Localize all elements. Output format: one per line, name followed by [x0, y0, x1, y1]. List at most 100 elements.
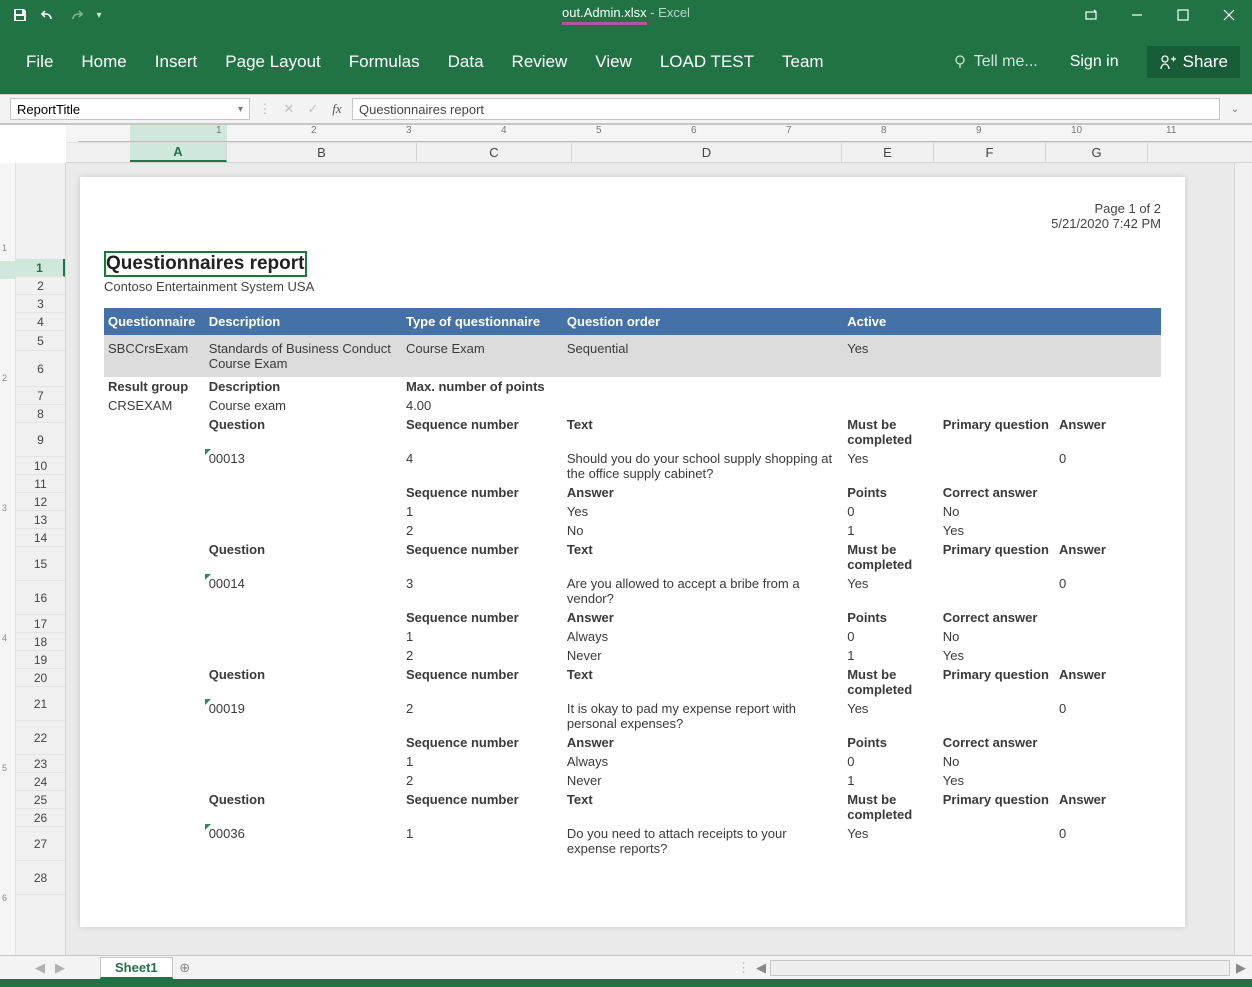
sheet-tab-bar: ◀ ▶ Sheet1 ⊕ ⋮ ◀ ▶ — [0, 955, 1252, 979]
quick-access-toolbar: ▾ — [0, 3, 106, 27]
report-table: QuestionnaireDescriptionType of question… — [104, 308, 1161, 858]
row-header-10[interactable]: 10 — [16, 457, 65, 475]
tab-review[interactable]: Review — [498, 46, 582, 78]
qat-customize-button[interactable]: ▾ — [92, 3, 106, 27]
row-header-9[interactable]: 9 — [16, 423, 65, 457]
page: Page 1 of 2 5/21/2020 7:42 PM Questionna… — [80, 177, 1185, 927]
formula-bar: ReportTitle ▾ ⋮ ✕ ✓ fx Questionnaires re… — [0, 94, 1252, 124]
row-header-12[interactable]: 12 — [16, 493, 65, 511]
row-header-8[interactable]: 8 — [16, 405, 65, 423]
active-cell[interactable]: Questionnaires report — [104, 251, 307, 277]
column-header-a[interactable]: A — [130, 143, 227, 162]
report-title: Questionnaires report — [106, 253, 305, 274]
tab-load-test[interactable]: LOAD TEST — [646, 46, 768, 78]
sign-in-button[interactable]: Sign in — [1056, 47, 1133, 77]
column-header-b[interactable]: B — [227, 143, 417, 162]
column-headers[interactable]: ABCDEFG — [66, 143, 1252, 163]
new-sheet-button[interactable]: ⊕ — [173, 960, 197, 976]
formula-input[interactable]: Questionnaires report — [352, 98, 1220, 120]
scroll-left-button[interactable]: ◀ — [756, 960, 766, 976]
undo-icon — [40, 7, 56, 23]
horizontal-ruler: 1234567891011 — [66, 125, 1252, 143]
row-header-24[interactable]: 24 — [16, 773, 65, 791]
ribbon-options-icon — [1085, 9, 1097, 21]
maximize-icon — [1177, 9, 1189, 21]
row-header-26[interactable]: 26 — [16, 809, 65, 827]
report-subtitle: Contoso Entertainment System USA — [104, 279, 1161, 294]
sheet-nav-prev-button[interactable]: ◀ — [35, 960, 45, 976]
window-title: out.Admin.xlsx - Excel — [0, 5, 1252, 25]
name-box[interactable]: ReportTitle ▾ — [10, 98, 250, 120]
minimize-icon — [1131, 9, 1143, 21]
page-timestamp: 5/21/2020 7:42 PM — [1051, 216, 1161, 231]
tab-team[interactable]: Team — [768, 46, 838, 78]
ribbon-display-options-button[interactable] — [1068, 0, 1114, 30]
tab-file[interactable]: File — [12, 46, 67, 78]
row-header-11[interactable]: 11 — [16, 475, 65, 493]
share-button[interactable]: Share — [1147, 46, 1240, 78]
scroll-right-button[interactable]: ▶ — [1236, 960, 1246, 976]
tell-me-search[interactable]: Tell me... — [952, 53, 1038, 71]
redo-icon — [68, 7, 84, 23]
row-header-17[interactable]: 17 — [16, 615, 65, 633]
share-icon — [1159, 53, 1177, 71]
row-header-15[interactable]: 15 — [16, 547, 65, 581]
row-header-4[interactable]: 4 — [16, 313, 65, 331]
minimize-button[interactable] — [1114, 0, 1160, 30]
column-header-f[interactable]: F — [934, 143, 1046, 162]
row-header-18[interactable]: 18 — [16, 633, 65, 651]
sheet-nav-next-button[interactable]: ▶ — [55, 960, 65, 976]
row-header-1[interactable]: 1 — [16, 259, 65, 277]
row-header-27[interactable]: 27 — [16, 827, 65, 861]
close-icon — [1223, 9, 1235, 21]
chevron-down-icon[interactable]: ▾ — [238, 104, 243, 115]
row-header-28[interactable]: 28 — [16, 861, 65, 895]
name-box-value: ReportTitle — [17, 102, 80, 117]
maximize-button[interactable] — [1160, 0, 1206, 30]
tab-insert[interactable]: Insert — [141, 46, 212, 78]
row-header-5[interactable]: 5 — [16, 331, 65, 351]
lightbulb-icon — [952, 54, 968, 70]
column-header-c[interactable]: C — [417, 143, 572, 162]
tab-formulas[interactable]: Formulas — [335, 46, 434, 78]
row-header-16[interactable]: 16 — [16, 581, 65, 615]
save-button[interactable] — [8, 3, 32, 27]
row-header-2[interactable]: 2 — [16, 277, 65, 295]
sheet-tab-sheet1[interactable]: Sheet1 — [100, 957, 173, 979]
tab-home[interactable]: Home — [67, 46, 140, 78]
row-header-6[interactable]: 6 — [16, 351, 65, 387]
row-header-14[interactable]: 14 — [16, 529, 65, 547]
status-bar — [0, 979, 1252, 987]
column-header-d[interactable]: D — [572, 143, 842, 162]
redo-button[interactable] — [64, 3, 88, 27]
tab-data[interactable]: Data — [434, 46, 498, 78]
formula-value: Questionnaires report — [359, 102, 484, 117]
undo-button[interactable] — [36, 3, 60, 27]
enter-formula-button[interactable]: ✓ — [306, 101, 320, 117]
close-button[interactable] — [1206, 0, 1252, 30]
tab-page-layout[interactable]: Page Layout — [211, 46, 334, 78]
row-header-22[interactable]: 22 — [16, 721, 65, 755]
row-header-20[interactable]: 20 — [16, 669, 65, 687]
page-number-label: Page 1 of 2 — [1051, 201, 1161, 216]
cancel-formula-button[interactable]: ✕ — [282, 101, 296, 117]
row-header-21[interactable]: 21 — [16, 687, 65, 721]
column-header-e[interactable]: E — [842, 143, 934, 162]
ribbon: File HomeInsertPage LayoutFormulasDataRe… — [0, 30, 1252, 94]
row-headers[interactable]: 1234567891011121314151617181920212223242… — [16, 163, 66, 955]
column-header-g[interactable]: G — [1046, 143, 1148, 162]
expand-formula-bar-button[interactable]: ⌄ — [1228, 104, 1242, 115]
horizontal-scrollbar[interactable] — [770, 960, 1230, 976]
row-header-13[interactable]: 13 — [16, 511, 65, 529]
worksheet-area: 1234567891011 ABCDEFG 123456 12345678910… — [0, 124, 1252, 979]
tab-view[interactable]: View — [581, 46, 646, 78]
row-header-23[interactable]: 23 — [16, 755, 65, 773]
row-header-7[interactable]: 7 — [16, 387, 65, 405]
insert-function-button[interactable]: fx — [330, 101, 344, 117]
row-header-25[interactable]: 25 — [16, 791, 65, 809]
save-icon — [12, 7, 28, 23]
vertical-scrollbar[interactable] — [1234, 163, 1252, 955]
page-canvas[interactable]: Page 1 of 2 5/21/2020 7:42 PM Questionna… — [66, 163, 1252, 955]
row-header-3[interactable]: 3 — [16, 295, 65, 313]
row-header-19[interactable]: 19 — [16, 651, 65, 669]
